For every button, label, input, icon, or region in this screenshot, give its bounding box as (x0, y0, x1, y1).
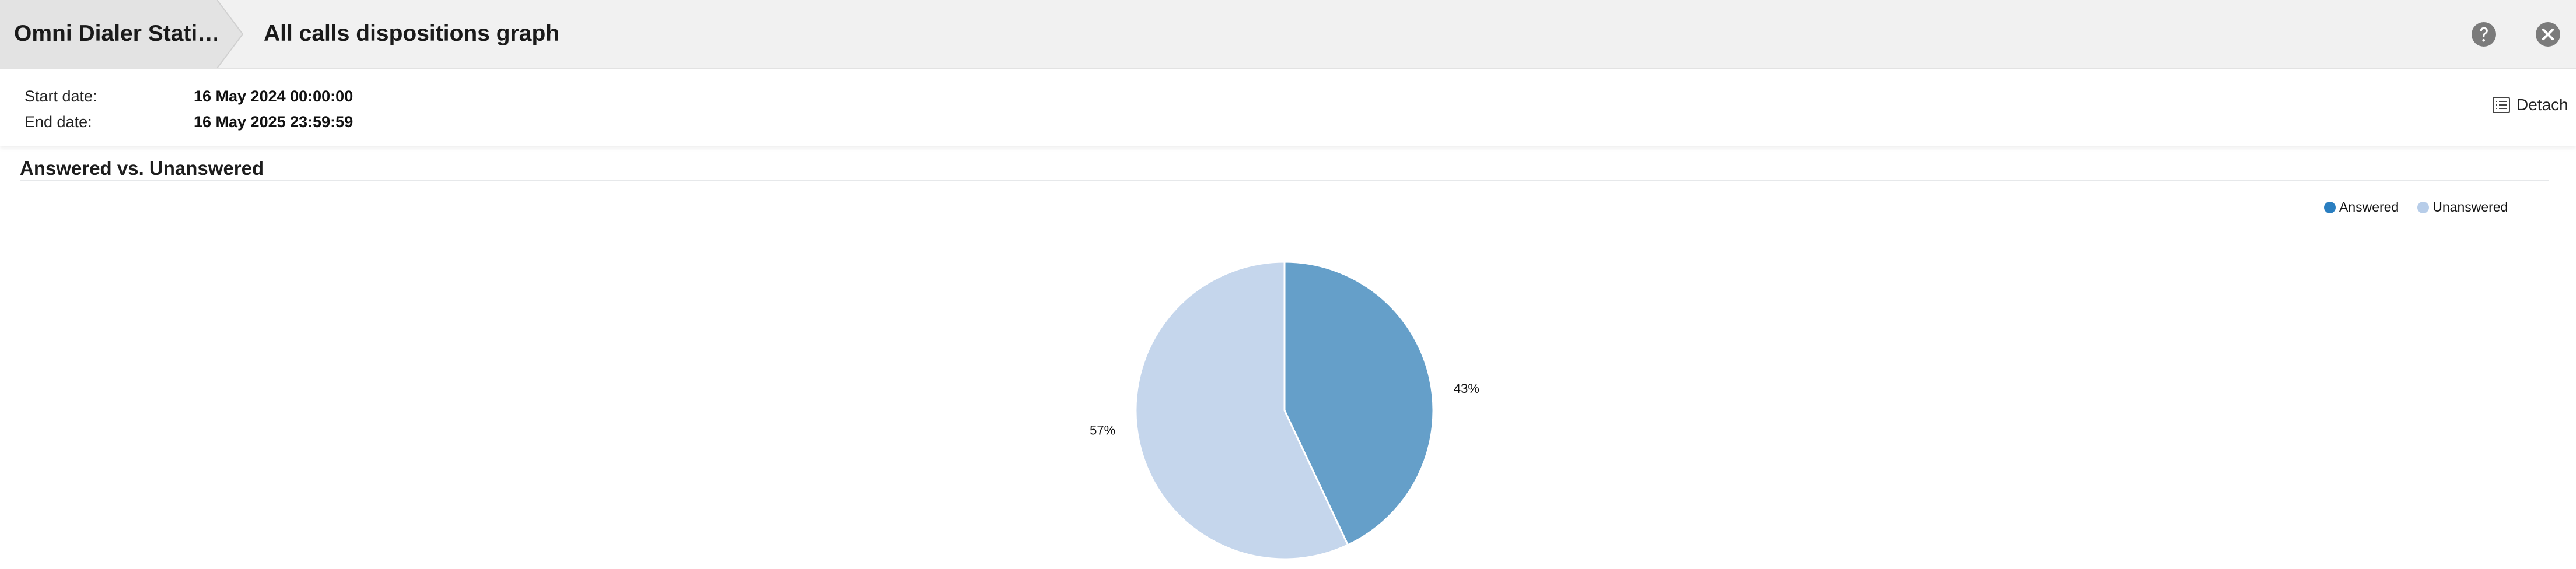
pie-label-answered: 43% (1454, 381, 1479, 396)
legend-item-unanswered[interactable]: Unanswered (2417, 199, 2508, 215)
chart-legend: Answered Unanswered (2324, 199, 2508, 215)
breadcrumb-root-label[interactable]: Omni Dialer Stati… (14, 21, 220, 47)
section-divider (20, 180, 2549, 181)
legend-item-answered[interactable]: Answered (2324, 199, 2399, 215)
help-circle-icon[interactable] (2470, 21, 2497, 48)
detach-label[interactable]: Detach (2516, 96, 2568, 114)
header-bar: Omni Dialer Stati… All calls disposition… (0, 0, 2576, 69)
start-date-value: 16 May 2024 00:00:00 (194, 87, 354, 105)
legend-label-unanswered: Unanswered (2432, 199, 2508, 215)
end-date-label: End date: (24, 113, 92, 131)
list-icon (2493, 97, 2510, 113)
end-date-value: 16 May 2025 23:59:59 (194, 113, 354, 131)
start-date-label: Start date: (24, 87, 97, 105)
legend-swatch-answered (2324, 201, 2336, 213)
detach-button[interactable]: Detach (2492, 93, 2568, 117)
legend-label-answered: Answered (2339, 199, 2399, 215)
breadcrumb-separator-icon (217, 0, 244, 68)
close-circle-icon[interactable] (2535, 21, 2561, 48)
legend-swatch-unanswered (2417, 201, 2430, 213)
date-range-panel: Start date: 16 May 2024 00:00:00 End dat… (0, 69, 2576, 146)
breadcrumb-root[interactable]: Omni Dialer Stati… (0, 0, 220, 68)
end-date-row: End date: 16 May 2025 23:59:59 (23, 110, 1435, 135)
page-title: All calls dispositions graph (264, 21, 560, 46)
chart-title: Answered vs. Unanswered (20, 157, 264, 179)
pie-label-unanswered: 57% (1090, 423, 1115, 437)
start-date-row: Start date: 16 May 2024 00:00:00 (23, 84, 1435, 110)
